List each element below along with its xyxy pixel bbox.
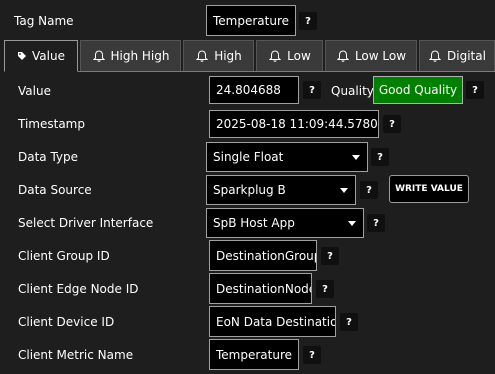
- tab-low-label: Low: [287, 49, 311, 63]
- driver-interface-help-button[interactable]: ?: [367, 214, 385, 232]
- data-source-select[interactable]: Sparkplug B: [206, 175, 356, 205]
- bell-icon: [92, 50, 105, 62]
- tag-name-help-button[interactable]: ?: [299, 12, 317, 30]
- tab-high[interactable]: High: [183, 40, 254, 71]
- client-group-id-label: Client Group ID: [18, 249, 110, 263]
- value-input[interactable]: 24.804688: [209, 76, 299, 104]
- tag-properties-panel: Tag Name Temperature ? Value High High H…: [0, 0, 495, 374]
- client-metric-name-input[interactable]: Temperature: [209, 339, 299, 370]
- tab-high-high[interactable]: High High: [80, 40, 181, 71]
- tab-digital[interactable]: Digital: [419, 40, 495, 71]
- tab-high-label: High: [214, 49, 242, 63]
- write-value-button[interactable]: WRITE VALUE: [389, 175, 469, 203]
- client-device-id-label: Client Device ID: [18, 315, 115, 329]
- driver-interface-value: SpB Host App: [213, 216, 295, 230]
- chevron-down-icon: [348, 221, 356, 226]
- client-metric-name-label: Client Metric Name: [18, 348, 134, 362]
- bell-icon: [336, 50, 350, 62]
- tab-value-label: Value: [32, 49, 65, 63]
- client-metric-name-help-button[interactable]: ?: [303, 346, 321, 364]
- quality-status-badge: Good Quality: [373, 76, 463, 104]
- tab-low-low[interactable]: Low Low: [325, 40, 417, 71]
- data-source-value: Sparkplug B: [213, 183, 286, 197]
- client-device-id-input[interactable]: EoN Data Destination: [209, 306, 336, 337]
- tag-name-input[interactable]: Temperature: [206, 5, 296, 36]
- client-group-id-input[interactable]: DestinationGroup: [209, 240, 317, 271]
- timestamp-label: Timestamp: [18, 117, 85, 131]
- data-type-help-button[interactable]: ?: [371, 148, 389, 166]
- tab-bar: Value High High High Low Low Low Digital: [4, 40, 495, 72]
- data-source-label: Data Source: [18, 183, 92, 197]
- tab-value[interactable]: Value: [4, 40, 78, 72]
- client-device-id-help-button[interactable]: ?: [340, 313, 358, 331]
- value-help-button[interactable]: ?: [303, 81, 321, 99]
- data-type-select[interactable]: Single Float: [206, 142, 368, 172]
- tag-icon: [18, 52, 27, 60]
- tag-name-label: Tag Name: [14, 14, 74, 28]
- data-type-label: Data Type: [18, 150, 79, 164]
- data-source-help-button[interactable]: ?: [360, 181, 378, 199]
- quality-label: Quality: [331, 84, 374, 98]
- timestamp-input[interactable]: 2025-08-18 11:09:44.5780000: [209, 110, 379, 138]
- tab-digital-label: Digital: [447, 49, 486, 63]
- client-group-id-help-button[interactable]: ?: [321, 247, 339, 265]
- tab-high-high-label: High High: [110, 49, 170, 63]
- data-type-value: Single Float: [213, 150, 284, 164]
- value-label: Value: [18, 84, 51, 98]
- client-edge-node-id-label: Client Edge Node ID: [18, 282, 139, 296]
- tab-low-low-label: Low Low: [354, 49, 407, 63]
- bell-icon: [195, 50, 209, 62]
- client-edge-node-id-help-button[interactable]: ?: [316, 280, 334, 298]
- driver-interface-select[interactable]: SpB Host App: [206, 208, 364, 238]
- chevron-down-icon: [352, 155, 360, 160]
- timestamp-help-button[interactable]: ?: [383, 115, 401, 133]
- bell-icon: [268, 50, 282, 62]
- chevron-down-icon: [340, 188, 348, 193]
- quality-help-button[interactable]: ?: [466, 81, 484, 99]
- driver-interface-label: Select Driver Interface: [18, 216, 154, 230]
- client-edge-node-id-input[interactable]: DestinationNode: [209, 273, 312, 304]
- bell-icon: [428, 50, 442, 62]
- tab-low[interactable]: Low: [256, 40, 323, 71]
